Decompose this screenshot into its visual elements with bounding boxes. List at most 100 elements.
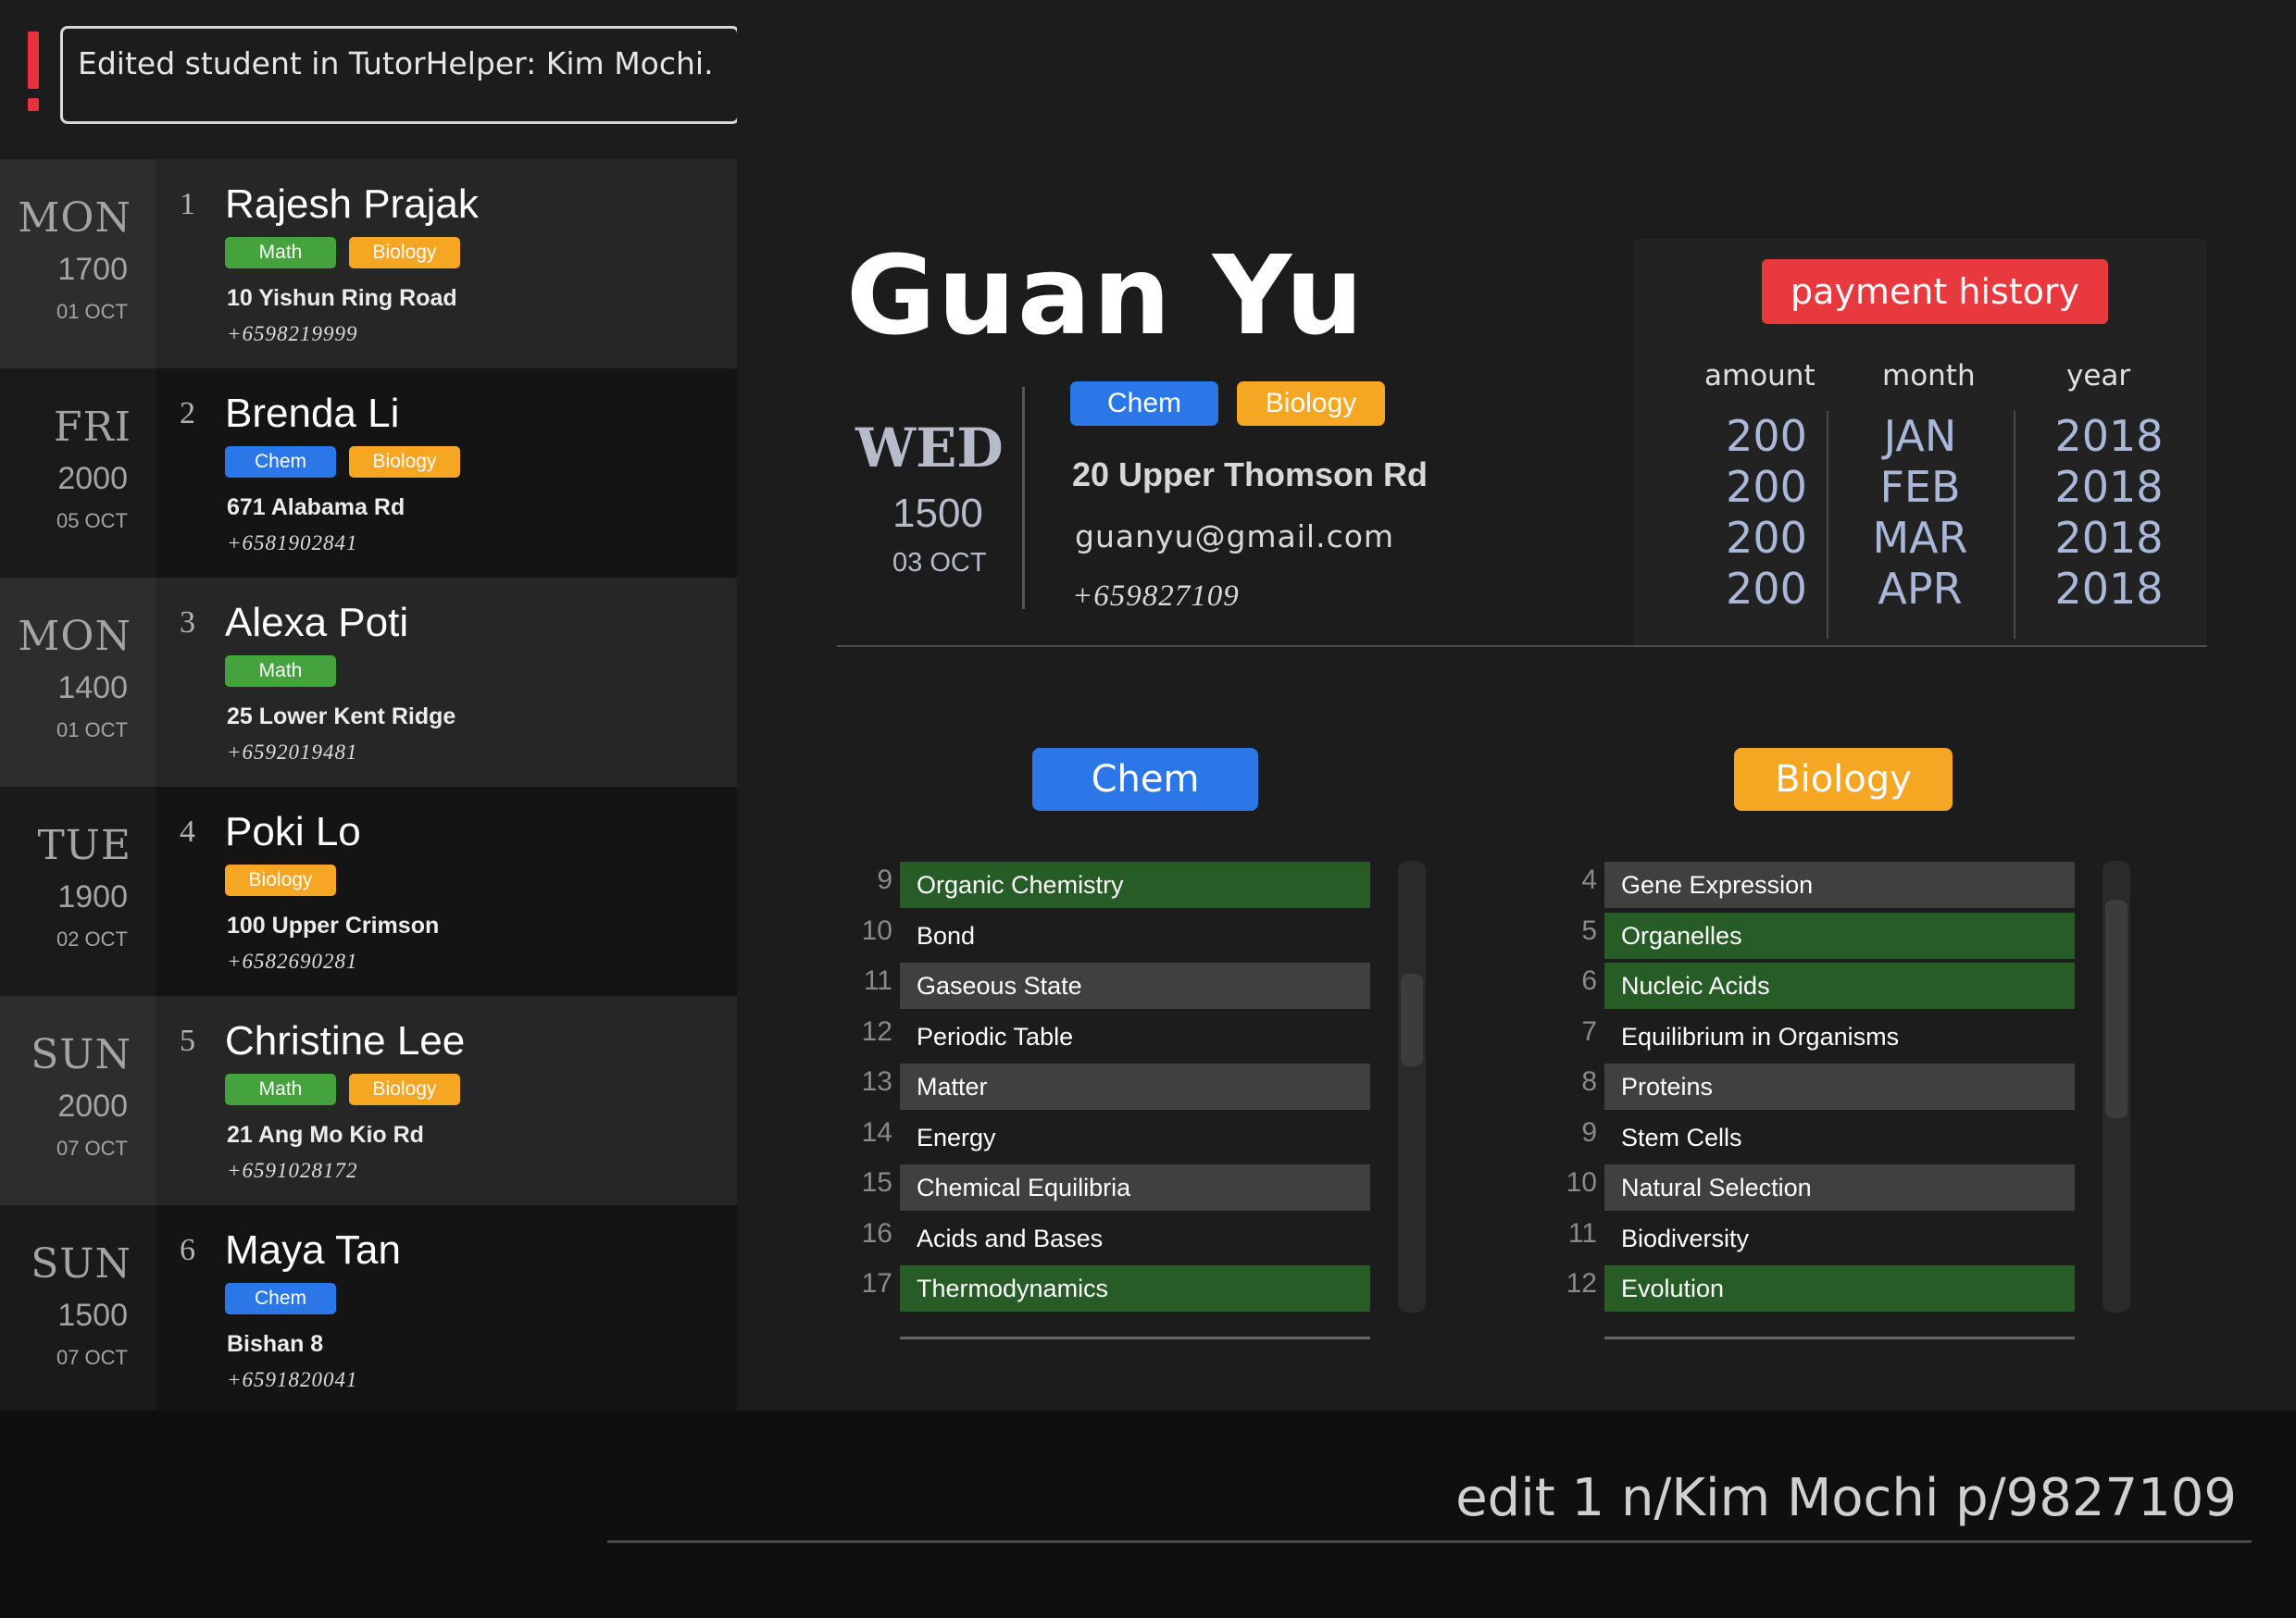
student-index: 5 [180, 1024, 195, 1058]
scroll-thumb[interactable] [1401, 974, 1423, 1066]
payment-year: 2018 [2054, 513, 2164, 563]
topic-name: Equilibrium in Organisms [1621, 1022, 1900, 1051]
student-phone: +6591028172 [227, 1159, 358, 1182]
student-address: 100 Upper Crimson [227, 913, 440, 939]
payment-history-panel: payment history amount month year 200 20… [1634, 239, 2206, 646]
schedule-slot: MON 1700 01 OCT [0, 159, 156, 368]
topic-number: 13 [861, 1066, 892, 1097]
student-index: 1 [180, 187, 195, 221]
list-item[interactable]: 16 Acids and Bases [862, 1213, 1381, 1263]
list-item[interactable]: 17 Thermodynamics [862, 1263, 1381, 1313]
student-card[interactable]: MON 1700 01 OCT 1 Rajesh Prajak Math Bio… [0, 159, 737, 368]
topic-number: 9 [1581, 1116, 1597, 1148]
list-item[interactable]: 6 Nucleic Acids [1581, 960, 2086, 1011]
slot-day: FRI [53, 404, 131, 451]
topic-name: Energy [917, 1123, 996, 1151]
list-item[interactable]: 15 Chemical Equilibria [862, 1162, 1381, 1213]
student-card[interactable]: MON 1400 01 OCT 3 Alexa Poti Math 25 Low… [0, 578, 737, 787]
list-item[interactable]: 8 Proteins [1581, 1061, 2086, 1112]
student-list[interactable]: MON 1700 01 OCT 1 Rajesh Prajak Math Bio… [0, 159, 737, 1414]
topic-name: Gaseous State [900, 963, 1370, 1009]
student-phone: +6591820041 [227, 1368, 358, 1391]
list-item[interactable]: 5 Organelles [1581, 910, 2086, 961]
command-box[interactable]: edit 1 n/Kim Mochi p/9827109 [0, 1411, 2296, 1618]
detail-address: 20 Upper Thomson Rd [1072, 455, 1429, 493]
topic-number: 17 [861, 1268, 892, 1299]
result-message: Edited student in TutorHelper: Kim Mochi… [60, 26, 740, 124]
list-item[interactable]: 10 Bond [862, 910, 1381, 961]
slot-date: 07 OCT [56, 1346, 128, 1369]
slot-time: 1400 [57, 670, 128, 705]
student-name: Christine Lee [225, 1018, 466, 1064]
biology-scrollbar[interactable] [2103, 861, 2130, 1313]
biology-subject-button[interactable]: Biology [1734, 748, 1953, 811]
subject-tag: Math [225, 1074, 336, 1105]
payment-month: APR [1878, 564, 1963, 614]
student-phone: +6598219999 [227, 322, 358, 345]
list-item[interactable]: 9 Organic Chemistry [877, 859, 1381, 910]
payment-amount: 200 [1726, 411, 1807, 461]
column-divider [1827, 411, 1828, 639]
topic-name: Chemical Equilibria [900, 1164, 1370, 1211]
list-item[interactable]: 11 Gaseous State [864, 960, 1381, 1011]
slot-time: 1500 [57, 1298, 128, 1333]
schedule-slot: MON 1400 01 OCT [0, 578, 156, 787]
detail-date: 03 OCT [892, 548, 987, 578]
chem-subject-button[interactable]: Chem [1032, 748, 1258, 811]
slot-time: 1900 [57, 879, 128, 915]
list-item[interactable]: 11 Biodiversity [1568, 1213, 2086, 1263]
biology-horizontal-scrollbar[interactable] [1604, 1337, 2075, 1339]
topic-name: Acids and Bases [917, 1224, 1104, 1252]
payment-amount: 200 [1726, 564, 1807, 614]
detail-student-name: Guan Yu [846, 231, 1366, 359]
student-details-panel: Guan Yu WED 1500 03 OCT Chem Biology 20 … [737, 0, 2296, 1411]
student-card[interactable]: TUE 1900 02 OCT 4 Poki Lo Biology 100 Up… [0, 787, 737, 996]
amount-column: 200 200 200 200 [1716, 411, 1817, 615]
topic-number: 11 [863, 965, 892, 996]
topic-name: Thermodynamics [900, 1265, 1370, 1312]
list-item[interactable]: 12 Periodic Table [862, 1011, 1381, 1062]
payment-year: 2018 [2054, 462, 2164, 512]
topic-number: 15 [861, 1167, 892, 1198]
slot-time: 2000 [57, 1089, 128, 1124]
student-phone: +6592019481 [227, 741, 358, 764]
schedule-slot: FRI 2000 05 OCT [0, 368, 156, 578]
list-item[interactable]: 10 Natural Selection [1566, 1162, 2086, 1213]
list-item[interactable]: 14 Energy [862, 1112, 1381, 1163]
topic-number: 12 [861, 1015, 892, 1047]
chem-scrollbar[interactable] [1398, 861, 1426, 1313]
topic-name: Organelles [1604, 912, 2075, 959]
slot-day: SUN [31, 1031, 131, 1078]
list-item[interactable]: 12 Evolution [1566, 1263, 2086, 1313]
year-column: 2018 2018 2018 2018 [2040, 411, 2178, 615]
chem-horizontal-scrollbar[interactable] [900, 1337, 1370, 1339]
topic-name: Natural Selection [1604, 1164, 2075, 1211]
list-item[interactable]: 13 Matter [862, 1061, 1381, 1112]
command-underline [607, 1540, 2252, 1543]
column-divider [2014, 411, 2015, 639]
list-item[interactable]: 4 Gene Expression [1581, 859, 2086, 910]
subject-tag: Chem [1070, 381, 1218, 426]
student-card[interactable]: SUN 1500 07 OCT 6 Maya Tan Chem Bishan 8… [0, 1205, 737, 1414]
subject-tag: Biology [349, 446, 460, 478]
topic-number: 6 [1581, 965, 1597, 996]
student-address: 25 Lower Kent Ridge [227, 703, 456, 729]
list-item[interactable]: 7 Equilibrium in Organisms [1581, 1011, 2086, 1062]
scroll-thumb[interactable] [2105, 900, 2128, 1118]
topic-name: Nucleic Acids [1604, 963, 2075, 1009]
payment-amount: 200 [1726, 462, 1807, 512]
biology-topic-list[interactable]: 4 Gene Expression 5 Organelles 6 Nucleic Ac… [1566, 859, 2086, 1313]
command-input[interactable]: edit 1 n/Kim Mochi p/9827109 [1455, 1468, 2237, 1528]
subject-tags: Math Biology [225, 1074, 460, 1105]
topic-number: 4 [1581, 865, 1597, 895]
subject-tag: Biology [349, 237, 460, 268]
topic-name: Periodic Table [917, 1022, 1074, 1051]
list-item[interactable]: 9 Stem Cells [1581, 1112, 2086, 1163]
student-card[interactable]: SUN 2000 07 OCT 5 Christine Lee Math Bio… [0, 996, 737, 1205]
topic-number: 12 [1566, 1268, 1597, 1299]
payment-history-button[interactable]: payment history [1762, 259, 2108, 324]
chem-topic-list[interactable]: 9 Organic Chemistry 10 Bond 11 Gaseous Stat… [862, 859, 1381, 1313]
slot-date: 02 OCT [56, 927, 128, 951]
detail-time: 1500 [892, 491, 983, 536]
student-card[interactable]: FRI 2000 05 OCT 2 Brenda Li Chem Biology… [0, 368, 737, 578]
